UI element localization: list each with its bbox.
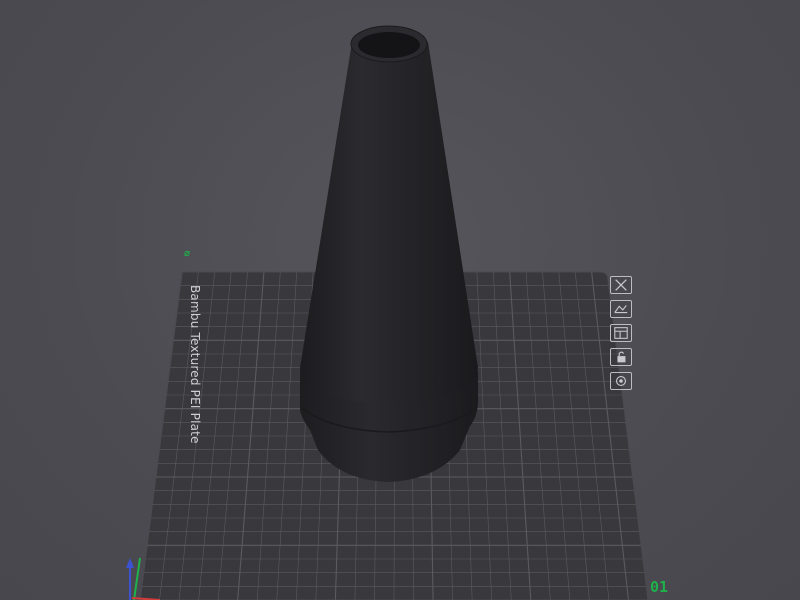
plate-origin-marker: ⌀: [184, 248, 191, 259]
plate-name-label: Bambu Textured PEI Plate: [188, 285, 202, 444]
plate-number[interactable]: 01: [650, 578, 668, 596]
auto-orient-icon: [614, 305, 628, 314]
plate-settings-icon: [615, 375, 627, 387]
plate-settings-button[interactable]: [610, 372, 632, 390]
arrange-icon: [614, 327, 628, 339]
3d-model-cone[interactable]: [300, 25, 478, 482]
auto-orient-button[interactable]: [610, 300, 632, 318]
lock-plate-button[interactable]: [610, 348, 632, 366]
arrange-button[interactable]: [610, 324, 632, 342]
model-cone-body: [300, 42, 478, 404]
3d-viewport[interactable]: ⌀ Bambu Textured PEI Plate 01: [0, 0, 800, 600]
model-top-opening: [358, 32, 420, 58]
remove-plate-button[interactable]: [610, 276, 632, 294]
scene-canvas[interactable]: [0, 0, 800, 600]
lock-icon: [617, 351, 626, 363]
close-icon: [615, 279, 627, 291]
